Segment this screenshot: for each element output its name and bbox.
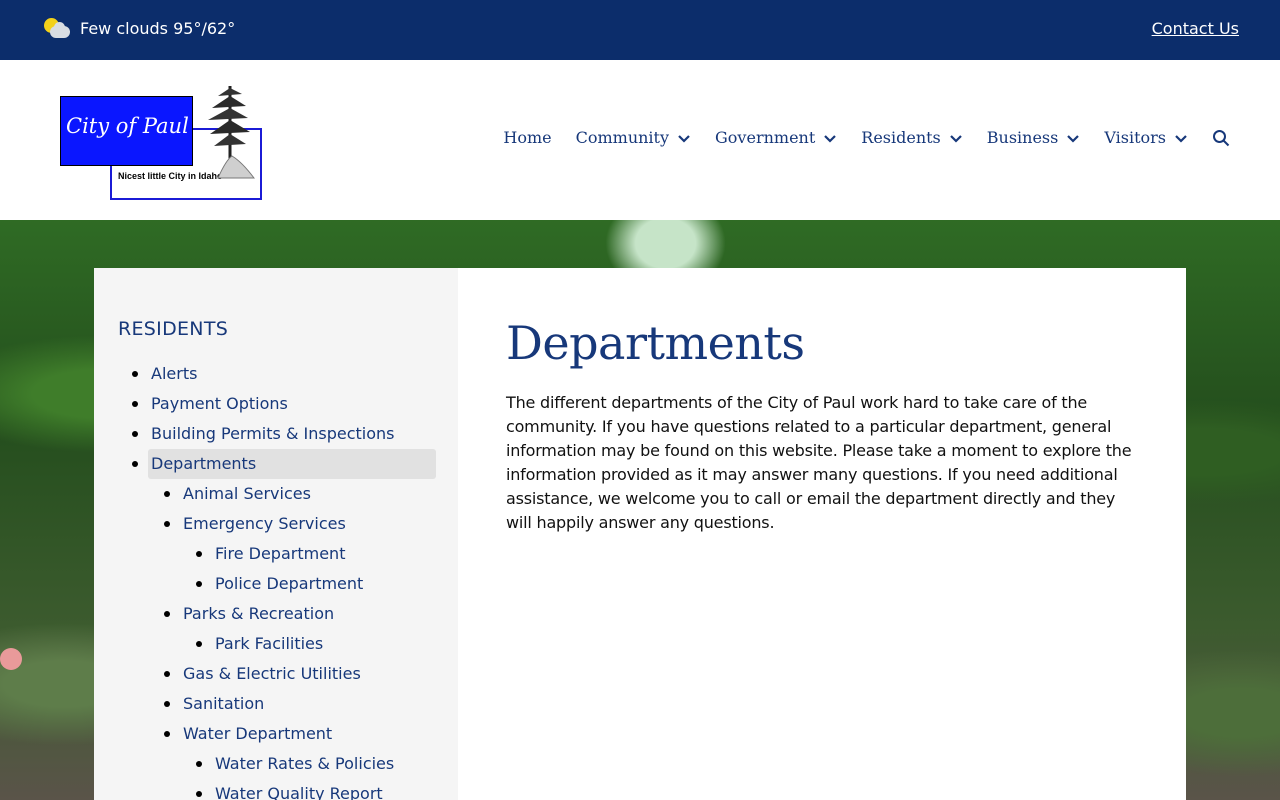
- sidebar-item-label: Payment Options: [151, 394, 288, 413]
- main-nav: Home Community Government Residents Busi…: [479, 128, 1230, 147]
- bullet-icon: [132, 461, 138, 467]
- sidebar-item-label: Water Quality Report: [215, 784, 383, 800]
- nav-label: Home: [503, 128, 552, 147]
- sidebar-item-label: Fire Department: [215, 544, 346, 563]
- sidebar-item-fire-department[interactable]: Fire Department: [94, 539, 458, 569]
- bullet-icon: [132, 371, 138, 377]
- sidebar-item-water-department[interactable]: Water Department: [94, 719, 458, 749]
- sidebar-menu: Alerts Payment Options Building Permits & …: [94, 359, 458, 800]
- nav-item-business[interactable]: Business: [987, 128, 1081, 147]
- search-icon[interactable]: [1212, 129, 1230, 147]
- sidebar-item-label: Building Permits & Inspections: [151, 424, 395, 443]
- partly-cloudy-icon: [44, 17, 70, 39]
- sidebar-item-gas-and-electric-utilities[interactable]: Gas & Electric Utilities: [94, 659, 458, 689]
- sidebar-item-label: Sanitation: [183, 694, 265, 713]
- bullet-icon: [164, 491, 170, 497]
- sidebar-item-water-quality-report[interactable]: Water Quality Report: [94, 779, 458, 800]
- sidebar: RESIDENTS Alerts Payment Options Building …: [94, 268, 458, 800]
- sidebar-item-label: Emergency Services: [183, 514, 346, 533]
- flower-decoration: [0, 648, 22, 670]
- sidebar-item-label: Gas & Electric Utilities: [183, 664, 361, 683]
- sidebar-item-label: Police Department: [215, 574, 364, 593]
- nav-label: Government: [715, 128, 816, 147]
- bullet-icon: [164, 701, 170, 707]
- bullet-icon: [164, 731, 170, 737]
- nav-label: Business: [986, 128, 1059, 147]
- nav-label: Visitors: [1104, 128, 1166, 147]
- page-title: Departments: [506, 316, 805, 370]
- sidebar-item-label: Park Facilities: [215, 634, 324, 653]
- sidebar-item-animal-services[interactable]: Animal Services: [94, 479, 458, 509]
- nav-item-home[interactable]: Home: [503, 128, 551, 147]
- sidebar-item-water-rates-and-policies[interactable]: Water Rates & Policies: [94, 749, 458, 779]
- sidebar-item-building-permits-and-inspections[interactable]: Building Permits & Inspections: [94, 419, 458, 449]
- sidebar-item-label: Animal Services: [183, 484, 311, 503]
- bullet-icon: [196, 641, 202, 647]
- sidebar-title: RESIDENTS: [118, 318, 229, 340]
- bullet-icon: [132, 401, 138, 407]
- bullet-icon: [132, 431, 138, 437]
- weather-widget: Few clouds 95°/62°: [44, 17, 235, 39]
- weather-text: Few clouds 95°/62°: [80, 18, 236, 38]
- sidebar-item-label: Water Rates & Policies: [215, 754, 395, 773]
- sidebar-item-emergency-services[interactable]: Emergency Services: [94, 509, 458, 539]
- sidebar-item-label: Water Department: [183, 724, 333, 743]
- chevron-down-icon: [824, 134, 837, 143]
- bullet-icon: [196, 791, 202, 797]
- pine-tree-icon: [208, 86, 256, 179]
- bullet-icon: [196, 581, 202, 587]
- bullet-icon: [164, 671, 170, 677]
- sidebar-item-label: Alerts: [151, 364, 198, 383]
- sidebar-item-police-department[interactable]: Police Department: [94, 569, 458, 599]
- sidebar-item-label: Departments: [151, 454, 257, 473]
- logo-title: City of Paul: [66, 114, 189, 138]
- sidebar-item-departments[interactable]: Departments: [94, 449, 458, 479]
- sidebar-item-park-facilities[interactable]: Park Facilities: [94, 629, 458, 659]
- main-content: Departments The different departments of…: [458, 268, 1186, 800]
- nav-label: Residents: [861, 128, 941, 147]
- contact-us-link[interactable]: Contact Us: [1152, 19, 1239, 38]
- bullet-icon: [196, 761, 202, 767]
- chevron-down-icon: [678, 134, 690, 143]
- site-header: City of Paul Nicest little City in Idaho…: [0, 60, 1280, 220]
- sidebar-item-label: Parks & Recreation: [183, 604, 335, 623]
- sidebar-item-payment-options[interactable]: Payment Options: [94, 389, 458, 419]
- nav-item-visitors[interactable]: Visitors: [1104, 128, 1188, 147]
- bullet-icon: [196, 551, 202, 557]
- sidebar-item-parks-and-recreation[interactable]: Parks & Recreation: [94, 599, 458, 629]
- top-bar: Few clouds 95°/62° Contact Us: [0, 0, 1280, 60]
- bullet-icon: [164, 521, 170, 527]
- chevron-down-icon: [1175, 134, 1187, 143]
- site-logo[interactable]: City of Paul Nicest little City in Idaho: [60, 82, 263, 200]
- nav-item-government[interactable]: Government: [715, 128, 837, 147]
- bullet-icon: [164, 611, 170, 617]
- sidebar-item-alerts[interactable]: Alerts: [94, 359, 458, 389]
- nav-label: Community: [575, 128, 670, 147]
- sidebar-item-sanitation[interactable]: Sanitation: [94, 689, 458, 719]
- chevron-down-icon: [1067, 134, 1080, 143]
- nav-item-community[interactable]: Community: [576, 128, 691, 147]
- intro-paragraph: The different departments of the City of…: [506, 393, 1132, 532]
- chevron-down-icon: [949, 134, 962, 143]
- nav-item-residents[interactable]: Residents: [861, 128, 963, 147]
